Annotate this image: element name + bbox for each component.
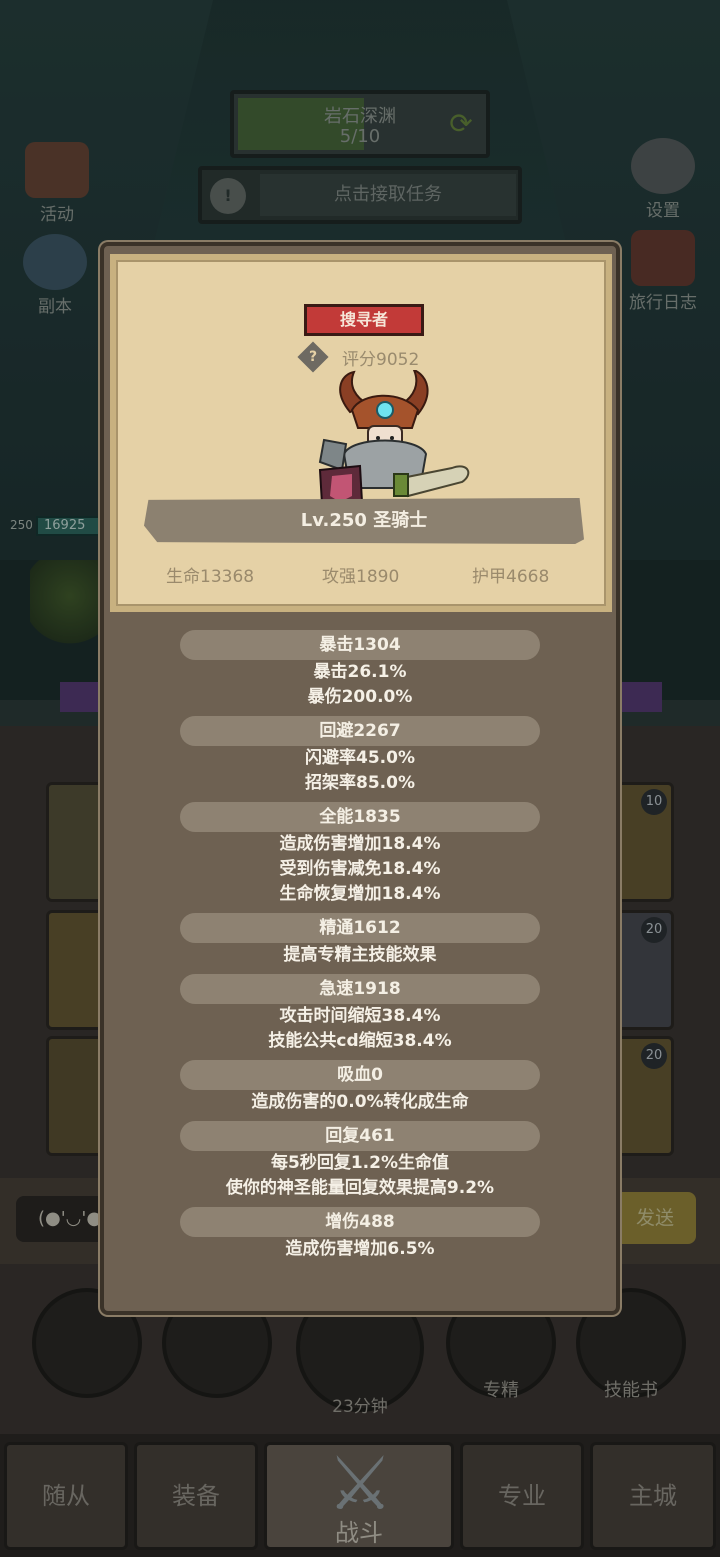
stat-header: 回复461: [180, 1121, 540, 1151]
stat-health: 生命13368: [166, 567, 255, 587]
hero-card: 搜寻者 ? 评分9052 Lv.250 圣骑士 生命13368 攻强1890 护…: [110, 254, 612, 612]
question-icon[interactable]: ?: [297, 341, 329, 373]
score-value: 评分9052: [342, 350, 420, 370]
stat-attack-power: 攻强1890: [322, 567, 400, 587]
stat-group-haste: 急速1918 攻击时间缩短38.4% 技能公共cd缩短38.4%: [104, 974, 616, 1054]
class-badge: 搜寻者: [304, 304, 424, 336]
paladin-hero-sprite: [318, 370, 470, 512]
level-class-banner: Lv.250 圣骑士: [144, 498, 584, 544]
stat-header: 暴击1304: [180, 630, 540, 660]
stat-group-crit: 暴击1304 暴击26.1% 暴伤200.0%: [104, 630, 616, 710]
stat-header: 增伤488: [180, 1207, 540, 1237]
stat-header: 精通1612: [180, 913, 540, 943]
stat-group-avoidance: 回避2267 闪避率45.0% 招架率85.0%: [104, 716, 616, 796]
stat-group-versatility: 全能1835 造成伤害增加18.4% 受到伤害减免18.4% 生命恢复增加18.…: [104, 802, 616, 907]
stat-group-mastery: 精通1612 提高专精主技能效果: [104, 913, 616, 968]
stat-line: 每5秒回复1.2%生命值: [271, 1153, 449, 1173]
stat-group-regen: 回复461 每5秒回复1.2%生命值 使你的神圣能量回复效果提高9.2%: [104, 1121, 616, 1201]
score-row: ? 评分9052: [297, 341, 462, 373]
stat-header: 吸血0: [180, 1060, 540, 1090]
stat-line: 受到伤害减免18.4%: [279, 859, 441, 879]
stat-line: 暴伤200.0%: [307, 687, 413, 707]
basic-stats-row: 生命13368 攻强1890 护甲4668: [116, 562, 606, 592]
stat-line: 暴击26.1%: [313, 662, 407, 682]
stat-line: 造成伤害的0.0%转化成生命: [251, 1092, 469, 1112]
stat-group-damage-increase: 增伤488 造成伤害增加6.5%: [104, 1207, 616, 1262]
stat-line: 使你的神圣能量回复效果提高9.2%: [225, 1178, 495, 1198]
stat-line: 招架率85.0%: [305, 773, 415, 793]
stat-header: 全能1835: [180, 802, 540, 832]
stat-line: 生命恢复增加18.4%: [279, 884, 441, 904]
hero-stats-modal: 搜寻者 ? 评分9052 Lv.250 圣骑士 生命13368 攻强1890 护…: [100, 242, 620, 1315]
stat-line: 攻击时间缩短38.4%: [279, 1006, 441, 1026]
stat-header: 回避2267: [180, 716, 540, 746]
stat-group-leech: 吸血0 造成伤害的0.0%转化成生命: [104, 1060, 616, 1115]
stat-line: 造成伤害增加6.5%: [285, 1239, 435, 1259]
stat-line: 造成伤害增加18.4%: [279, 834, 441, 854]
secondary-stats-list: 暴击1304 暴击26.1% 暴伤200.0% 回避2267 闪避率45.0% …: [104, 630, 616, 1262]
stat-line: 技能公共cd缩短38.4%: [268, 1031, 452, 1051]
stat-line: 闪避率45.0%: [305, 748, 415, 768]
stat-armor: 护甲4668: [472, 567, 550, 587]
stat-line: 提高专精主技能效果: [283, 945, 437, 965]
stat-header: 急速1918: [180, 974, 540, 1004]
